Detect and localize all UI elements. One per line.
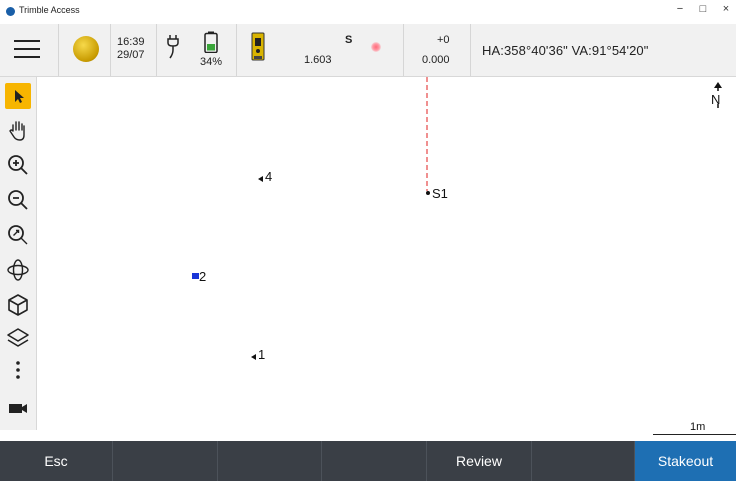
map-view[interactable]: N 4 S1 2 1 bbox=[37, 77, 736, 441]
ppm-value: 0.000 bbox=[422, 54, 450, 66]
point-2-marker bbox=[192, 273, 199, 279]
point-1-marker bbox=[251, 354, 256, 360]
north-label: N bbox=[711, 92, 721, 107]
minimize-button[interactable]: − bbox=[671, 3, 689, 15]
point-4-marker bbox=[258, 176, 263, 182]
hamburger-menu-button[interactable] bbox=[14, 40, 40, 62]
softkey-4[interactable] bbox=[322, 441, 427, 481]
power-plug-icon[interactable] bbox=[166, 34, 180, 60]
3d-cube-icon bbox=[8, 294, 28, 316]
measured-distance: 1.603 bbox=[304, 54, 332, 66]
softkey-3[interactable] bbox=[218, 441, 322, 481]
zoom-out-icon bbox=[8, 190, 28, 210]
esc-button[interactable]: Esc bbox=[0, 441, 113, 481]
angle-readout[interactable]: HA:358°40'36" VA:91°54'20" bbox=[482, 43, 648, 58]
pan-tool-button[interactable] bbox=[5, 117, 31, 143]
map-canvas bbox=[192, 77, 722, 360]
zoom-extents-icon bbox=[8, 225, 28, 245]
zoom-out-button[interactable] bbox=[5, 187, 31, 213]
battery-percent: 34% bbox=[200, 56, 223, 68]
maximize-button[interactable]: □ bbox=[694, 3, 712, 15]
layers-icon bbox=[7, 328, 29, 347]
app-logo-icon bbox=[6, 7, 15, 16]
more-button[interactable] bbox=[5, 357, 31, 383]
scale-bar bbox=[653, 434, 736, 435]
status-time: 16:39 bbox=[117, 36, 145, 48]
camera-button[interactable] bbox=[5, 395, 31, 421]
point-1-label[interactable]: 1 bbox=[258, 347, 265, 362]
orbit-button[interactable] bbox=[5, 257, 31, 283]
zoom-extents-button[interactable] bbox=[5, 222, 31, 248]
map-toolbar bbox=[0, 77, 37, 430]
review-button[interactable]: Review bbox=[427, 441, 532, 481]
zoom-in-icon bbox=[8, 155, 28, 175]
station-s1-marker bbox=[426, 191, 430, 195]
softkey-bar: Esc Review Stakeout bbox=[0, 441, 736, 481]
softkey-6[interactable] bbox=[532, 441, 635, 481]
layers-button[interactable] bbox=[5, 325, 31, 351]
point-2-label[interactable]: 2 bbox=[199, 269, 206, 284]
select-arrow-icon bbox=[15, 90, 24, 103]
gnss-globe-icon[interactable] bbox=[73, 36, 99, 62]
pan-hand-icon bbox=[9, 121, 25, 141]
scale-bar-label: 1m bbox=[690, 421, 706, 433]
more-icon bbox=[16, 361, 20, 379]
laser-pointer-icon[interactable] bbox=[371, 42, 381, 52]
orbit-icon bbox=[7, 259, 29, 281]
total-station-icon[interactable] bbox=[250, 32, 266, 62]
status-datetime: 16:39 29/07 bbox=[117, 36, 145, 62]
title-bar: Trimble Access − □ × bbox=[0, 0, 736, 24]
softkey-2[interactable] bbox=[113, 441, 218, 481]
zoom-in-button[interactable] bbox=[5, 152, 31, 178]
close-button[interactable]: × bbox=[717, 3, 735, 15]
camera-icon bbox=[9, 404, 27, 413]
prism-constant: +0 bbox=[437, 34, 450, 46]
station-s1-label[interactable]: S1 bbox=[432, 186, 448, 201]
point-4-label[interactable]: 4 bbox=[265, 169, 272, 184]
status-date: 29/07 bbox=[117, 49, 145, 61]
battery-icon[interactable] bbox=[204, 31, 218, 53]
3d-view-button[interactable] bbox=[5, 292, 31, 318]
select-tool-button[interactable] bbox=[5, 83, 31, 109]
status-bar: 16:39 29/07 34% S 1.603 +0 0.000 HA:358°… bbox=[0, 24, 736, 77]
stakeout-button[interactable]: Stakeout bbox=[635, 441, 736, 481]
app-title: Trimble Access bbox=[19, 5, 80, 15]
